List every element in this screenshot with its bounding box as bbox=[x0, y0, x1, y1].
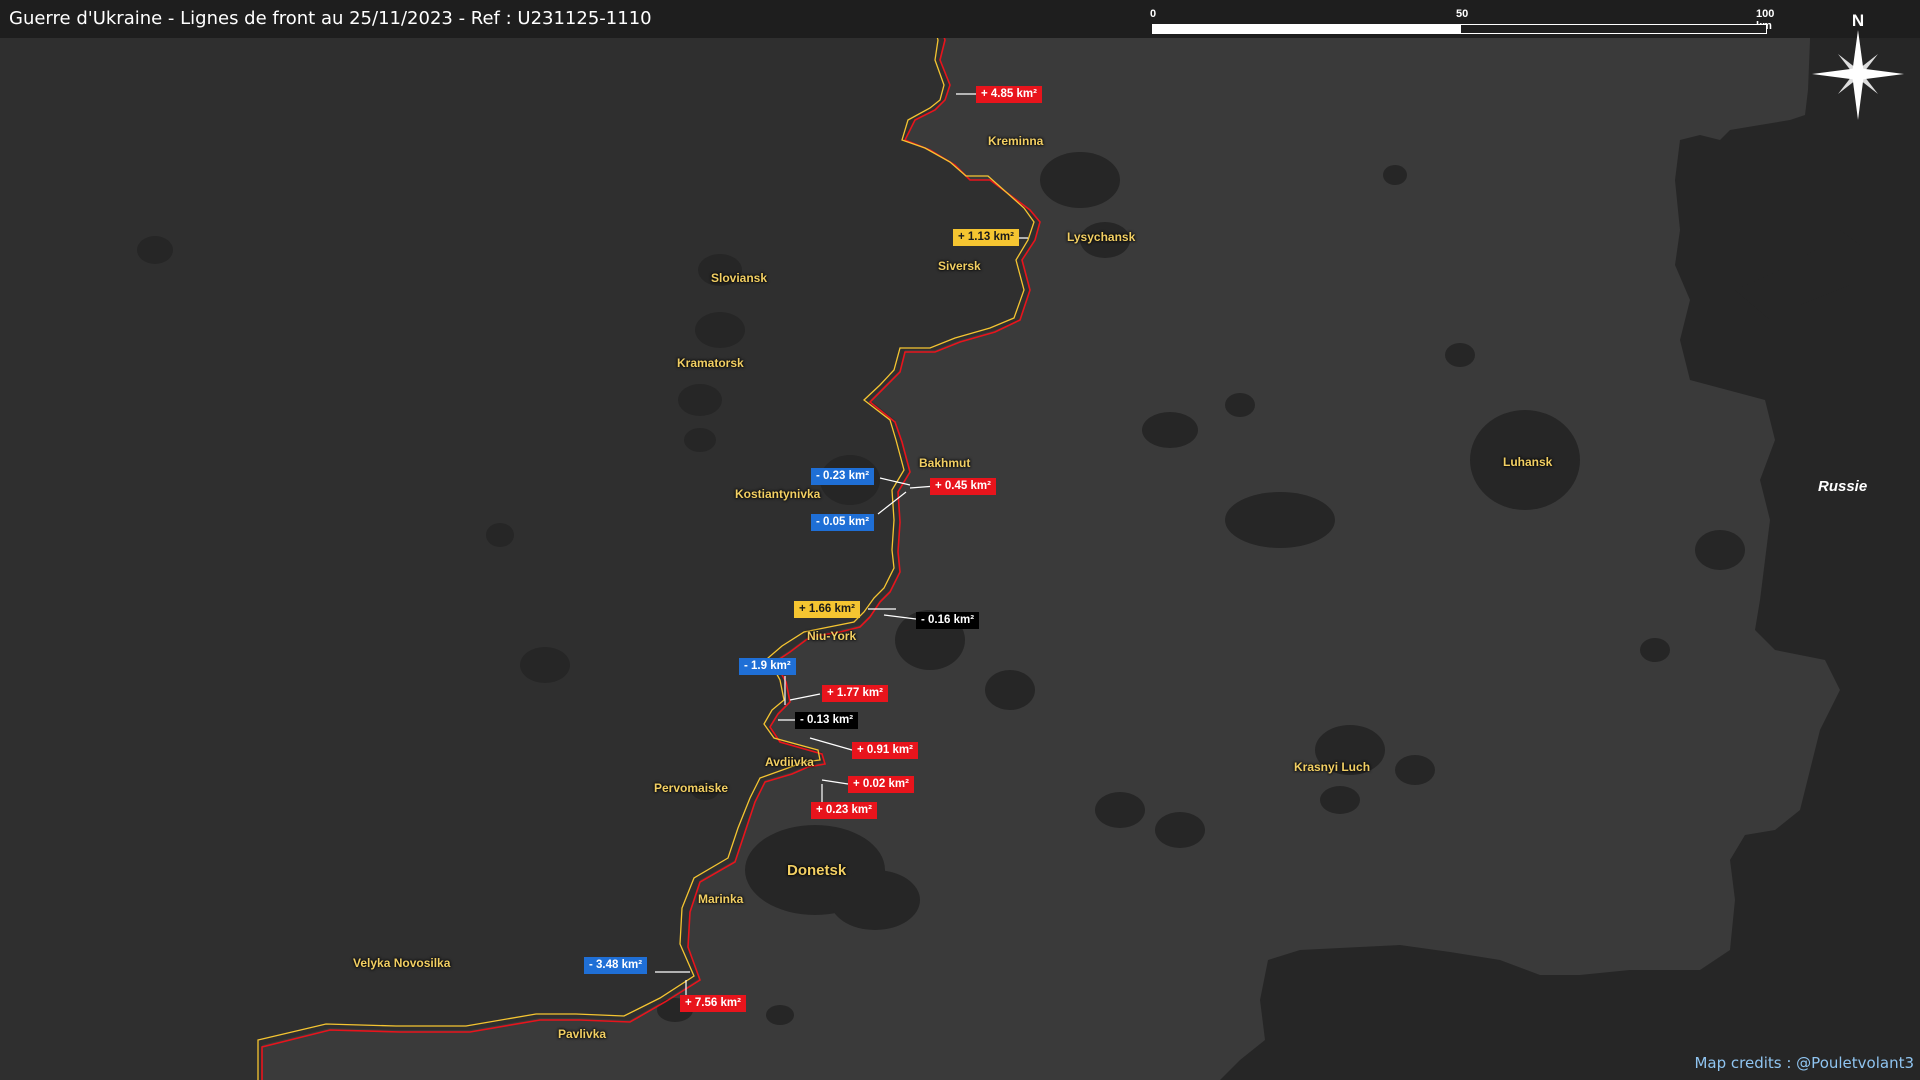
scale-segment-second bbox=[1460, 24, 1767, 34]
map-credits: Map credits : @Pouletvolant3 bbox=[1694, 1054, 1914, 1072]
city-bakhmut: Bakhmut bbox=[919, 456, 971, 470]
area-change-badge: - 0.23 km² bbox=[811, 468, 875, 485]
scale-bar: 0 50 100 km bbox=[1150, 8, 1774, 38]
map-title: Guerre d'Ukraine - Lignes de front au 25… bbox=[9, 8, 652, 29]
area-change-badge: + 7.56 km² bbox=[680, 995, 746, 1012]
compass-star-icon bbox=[1812, 30, 1904, 120]
country-label-russia: Russie bbox=[1818, 478, 1868, 495]
city-lysychansk: Lysychansk bbox=[1067, 230, 1136, 244]
area-change-badge: + 0.91 km² bbox=[852, 742, 918, 759]
area-change-badge: - 3.48 km² bbox=[584, 957, 648, 974]
scale-segment-first bbox=[1152, 24, 1460, 34]
city-siversk: Siversk bbox=[938, 259, 981, 273]
area-change-badge: + 1.66 km² bbox=[794, 601, 860, 618]
city-kreminna: Kreminna bbox=[988, 134, 1044, 148]
area-change-badge: - 0.13 km² bbox=[795, 712, 859, 729]
city-pavlivka: Pavlivka bbox=[558, 1027, 607, 1041]
scale-label-50: 50 bbox=[1456, 8, 1469, 20]
city-sloviansk: Sloviansk bbox=[711, 271, 768, 285]
city-krasnyi-luch: Krasnyi Luch bbox=[1294, 760, 1371, 774]
city-avdiivka: Avdiivka bbox=[765, 755, 814, 769]
city-velyka-novosilka: Velyka Novosilka bbox=[353, 956, 451, 970]
area-change-badge: + 4.85 km² bbox=[976, 86, 1042, 103]
area-change-badge: + 0.45 km² bbox=[930, 478, 996, 495]
map-canvas[interactable] bbox=[0, 0, 1920, 1080]
area-change-badge: + 0.23 km² bbox=[811, 802, 877, 819]
city-luhansk: Luhansk bbox=[1503, 455, 1553, 469]
area-change-badge: + 1.13 km² bbox=[953, 229, 1019, 246]
city-kostiantynivka: Kostiantynivka bbox=[735, 487, 821, 501]
city-pervomaiske: Pervomaiske bbox=[654, 781, 729, 795]
city-niu-york: Niu-York bbox=[807, 629, 857, 643]
area-change-badge: + 0.02 km² bbox=[848, 776, 914, 793]
north-label: N bbox=[1852, 11, 1864, 30]
area-change-badge: - 1.9 km² bbox=[739, 658, 796, 675]
area-change-badge: - 0.16 km² bbox=[916, 612, 980, 629]
city-donetsk: Donetsk bbox=[787, 862, 847, 879]
area-change-badge: - 0.05 km² bbox=[811, 514, 875, 531]
city-marinka: Marinka bbox=[698, 892, 744, 906]
city-kramatorsk: Kramatorsk bbox=[677, 356, 744, 370]
scale-label-0: 0 bbox=[1150, 8, 1157, 20]
compass-rose: N bbox=[1808, 8, 1908, 122]
area-change-badge: + 1.77 km² bbox=[822, 685, 888, 702]
